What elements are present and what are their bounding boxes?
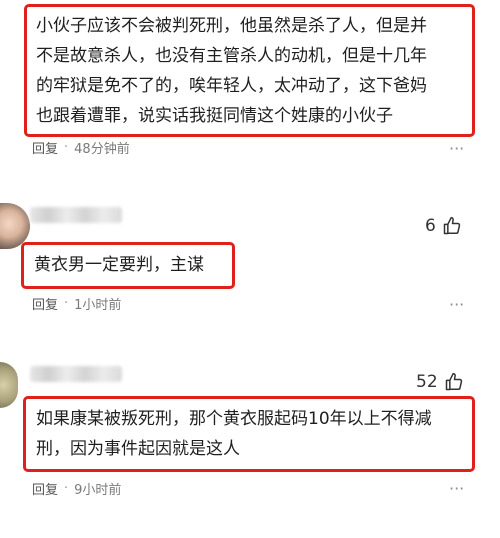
comment-1-time: 48分钟前 (74, 142, 130, 157)
comment-2-like-count: 6 (425, 216, 436, 236)
username-blurred[interactable] (30, 207, 122, 223)
comment-2-meta: 回复 · 1小时前 (32, 294, 121, 313)
more-dots-icon[interactable]: ··· (449, 139, 464, 158)
comment-2-like-button[interactable]: 6 (425, 216, 462, 236)
more-dots-icon[interactable]: ··· (449, 295, 464, 314)
comment-3-line-1: 如果康某被叛死刑，那个黄衣服起码10年以上不得减 (36, 409, 432, 429)
meta-separator: · (64, 140, 69, 155)
username-blurred[interactable] (30, 366, 122, 382)
comment-2-time: 1小时前 (74, 298, 122, 313)
comment-1-line-4: 也跟着遭罪，说实话我挺同情这个姓康的小伙子 (36, 106, 393, 126)
comment-1-line-3: 的牢狱是免不了的，唉年轻人，太冲动了，这下爸妈 (36, 76, 427, 96)
comment-3-reply-button[interactable]: 回复 (32, 479, 58, 498)
meta-separator: · (64, 481, 69, 496)
thumbs-up-icon (445, 372, 462, 391)
comment-1-meta: 回复 · 48分钟前 (32, 138, 130, 157)
comment-1-text-box: 小伙子应该不会被判死刑，他虽然是杀了人，但是并 不是故意杀人，也没有主管杀人的动… (24, 4, 475, 137)
comment-1-line-2: 不是故意杀人，也没有主管杀人的动机，但是十几年 (36, 46, 427, 66)
meta-separator: · (64, 296, 69, 311)
comment-2-reply-button[interactable]: 回复 (32, 294, 58, 313)
comment-3-meta: 回复 · 9小时前 (32, 479, 121, 498)
comment-1-reply-button[interactable]: 回复 (32, 138, 58, 157)
comment-3-time: 9小时前 (74, 483, 122, 498)
comment-3-like-button[interactable]: 52 (416, 372, 464, 392)
comment-1-line-1: 小伙子应该不会被判死刑，他虽然是杀了人，但是并 (36, 16, 427, 36)
comment-3-text-box: 如果康某被叛死刑，那个黄衣服起码10年以上不得减 刑，因为事件起因就是这人 (23, 396, 475, 472)
thumbs-up-icon (443, 216, 461, 235)
more-dots-icon[interactable]: ··· (449, 479, 464, 498)
comment-2-text-box: 黄衣男一定要判，主谋 (21, 242, 235, 289)
comment-3-like-count: 52 (416, 372, 438, 392)
comment-2-line-1: 黄衣男一定要判，主谋 (34, 255, 204, 275)
comment-3-line-2: 刑，因为事件起因就是这人 (36, 439, 240, 459)
avatar[interactable] (0, 362, 18, 408)
